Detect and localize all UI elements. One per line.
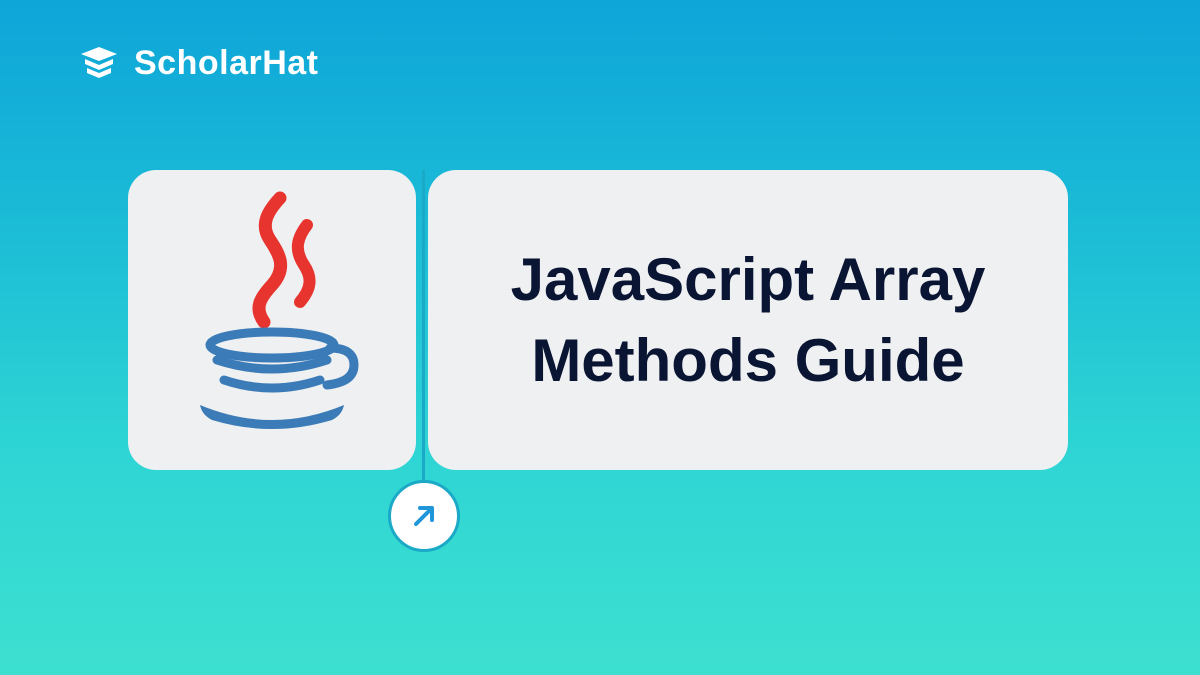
connector-line: [422, 170, 425, 520]
title-line-1: JavaScript Array: [511, 246, 986, 313]
cards-container: JavaScript Array Methods Guide: [128, 170, 1068, 470]
arrow-circle-icon: [388, 480, 460, 552]
java-logo-icon: [172, 190, 372, 450]
title-line-2: Methods Guide: [531, 327, 964, 394]
title-card: JavaScript Array Methods Guide: [428, 170, 1068, 470]
brand-logo: ScholarHat: [78, 42, 319, 84]
page-title: JavaScript Array Methods Guide: [511, 239, 986, 401]
brand-name: ScholarHat: [134, 44, 319, 83]
logo-card: [128, 170, 416, 470]
scholarhat-icon: [78, 42, 120, 84]
